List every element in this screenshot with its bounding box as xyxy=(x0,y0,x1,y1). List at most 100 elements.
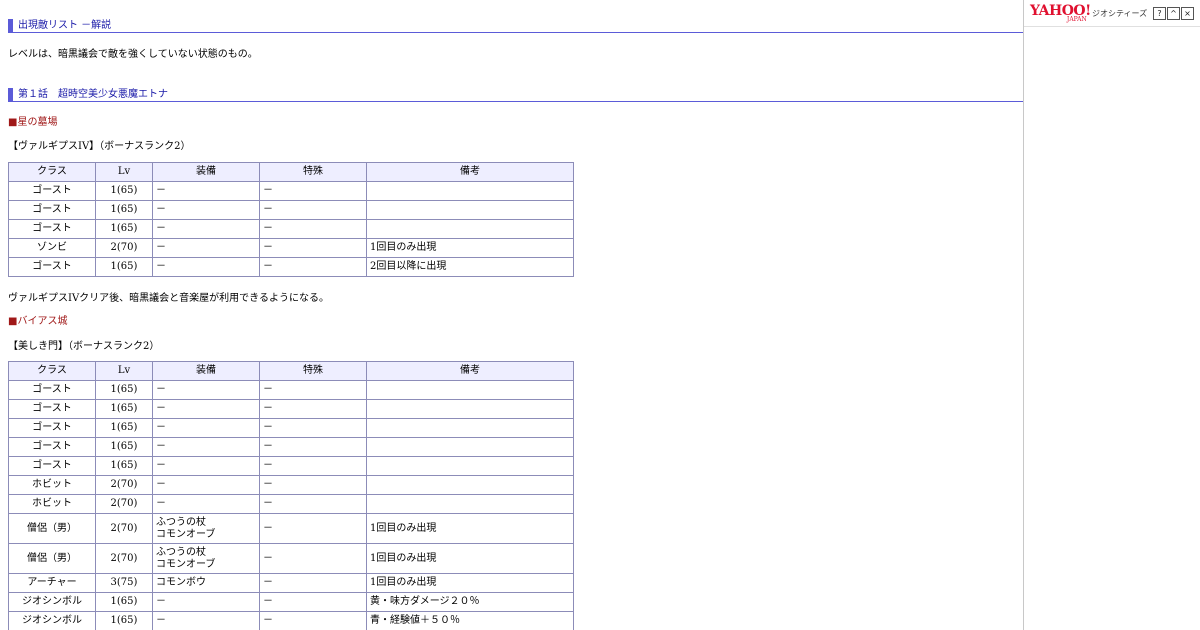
table-row: ジオシンボル 1(65) －－青・経験値＋５０％ xyxy=(8,611,574,630)
table-cell: ジオシンボル xyxy=(8,611,96,630)
table-cell: － xyxy=(152,456,260,476)
table-cell: ホビット xyxy=(8,475,96,495)
table-cell: － xyxy=(259,219,367,239)
table-cell: ゴースト xyxy=(8,257,96,277)
table-cell: － xyxy=(259,380,367,400)
column-header: クラス xyxy=(8,162,96,182)
table-cell: ホビット xyxy=(8,494,96,514)
help-button[interactable]: ? xyxy=(1153,7,1166,20)
table-cell: 1(65) xyxy=(95,200,153,220)
table-cell: － xyxy=(259,456,367,476)
map-title-valgips: 【ヴァルギプスIV】（ボーナスランク2） xyxy=(8,141,191,152)
table-cell: 1(65) xyxy=(95,418,153,438)
valgips-clear-note: ヴァルギプスIVクリア後、暗黒議会と音楽屋が利用できるようになる。 xyxy=(8,293,329,304)
table-cell: 1(65) xyxy=(95,181,153,201)
table-cell: ふつうの杖 コモンオーブ xyxy=(152,513,260,544)
table-row: ゴースト 1(65) －－ xyxy=(8,437,574,457)
table-cell: － xyxy=(259,475,367,495)
table-cell: － xyxy=(152,181,260,201)
sidebar-header: YAHOO! JAPAN ジオシティーズ ? ^ × xyxy=(1024,0,1200,27)
table-cell: アーチャー xyxy=(8,573,96,593)
place-star-grave: ■星の墓場 xyxy=(8,117,58,128)
table-cell: － xyxy=(259,418,367,438)
table-cell: － xyxy=(152,494,260,514)
table-cell: － xyxy=(259,611,367,630)
column-header: Lv xyxy=(95,361,153,381)
enemy-table-beautiful-gate: クラス Lv 装備 特殊 備考 ゴースト 1(65) －－ゴースト 1(65) －－ゴースト 1(… xyxy=(8,361,574,630)
yahoo-japan-logo[interactable]: YAHOO! JAPAN xyxy=(1030,4,1091,23)
table-row: ジオシンボル 1(65) －－黄・味方ダメージ２０％ xyxy=(8,592,574,612)
table-cell: － xyxy=(259,181,367,201)
table-cell: ゴースト xyxy=(8,219,96,239)
table-cell: 1(65) xyxy=(95,456,153,476)
table-row: ゴースト 1(65) －－ 2回目以降に出現 xyxy=(8,257,574,277)
table-cell: 2(70) xyxy=(95,513,153,544)
section-heading-episode-1: 第１話 超時空美少女悪魔エトナ xyxy=(8,88,1023,102)
table-header-row: クラス Lv 装備 特殊 備考 xyxy=(8,162,574,182)
table-cell xyxy=(366,494,574,514)
table-row: ゴースト 1(65) －－ xyxy=(8,380,574,400)
table-cell: 1(65) xyxy=(95,592,153,612)
table-cell: 黄・味方ダメージ２０％ xyxy=(366,592,574,612)
table-row: 僧侶（男） 2(70) ふつうの杖 コモンオーブ－ 1回目のみ出現 xyxy=(8,543,574,574)
table-cell xyxy=(366,219,574,239)
collapse-button[interactable]: ^ xyxy=(1167,7,1180,20)
table-cell: 1(65) xyxy=(95,437,153,457)
table-cell: － xyxy=(152,611,260,630)
table-row: ゴースト 1(65) －－ xyxy=(8,399,574,419)
table-cell: － xyxy=(152,219,260,239)
table-cell: － xyxy=(152,257,260,277)
table-row: ゴースト 1(65) －－ xyxy=(8,181,574,201)
table-cell: コモンボウ xyxy=(152,573,260,593)
column-header: 備考 xyxy=(366,162,574,182)
table-row: ゾンビ 2(70) －－ 1回目のみ出現 xyxy=(8,238,574,258)
table-cell: 僧侶（男） xyxy=(8,543,96,574)
level-note: レベルは、暗黒議会で敵を強くしていない状態のもの。 xyxy=(8,49,258,60)
table-cell: ふつうの杖 コモンオーブ xyxy=(152,543,260,574)
table-row: ホビット 2(70) －－ xyxy=(8,494,574,514)
table-cell: ゴースト xyxy=(8,399,96,419)
enemy-table-valgips: クラス Lv 装備 特殊 備考 ゴースト 1(65) －－ゴースト 1(65) －－ゴースト 1(… xyxy=(8,162,574,277)
table-cell: － xyxy=(259,399,367,419)
table-cell: － xyxy=(259,513,367,544)
table-cell xyxy=(366,399,574,419)
close-button[interactable]: × xyxy=(1181,7,1194,20)
column-header: 装備 xyxy=(152,162,260,182)
table-cell: － xyxy=(152,238,260,258)
table-cell: 1(65) xyxy=(95,219,153,239)
table-cell: 1回目のみ出現 xyxy=(366,573,574,593)
table-cell: － xyxy=(152,380,260,400)
table-cell: 僧侶（男） xyxy=(8,513,96,544)
table-cell: 2回目以降に出現 xyxy=(366,257,574,277)
table-cell: ゴースト xyxy=(8,437,96,457)
table-header-row: クラス Lv 装備 特殊 備考 xyxy=(8,361,574,381)
table-cell: 1回目のみ出現 xyxy=(366,238,574,258)
table-cell: 1(65) xyxy=(95,611,153,630)
column-header: 備考 xyxy=(366,361,574,381)
yahoo-geocities-sidebar: YAHOO! JAPAN ジオシティーズ ? ^ × xyxy=(1023,0,1200,630)
place-bias-castle: ■バイアス城 xyxy=(8,316,68,327)
table-cell xyxy=(366,380,574,400)
table-cell: ゴースト xyxy=(8,200,96,220)
table-cell: 1(65) xyxy=(95,257,153,277)
table-cell: － xyxy=(259,238,367,258)
table-cell: 1(65) xyxy=(95,399,153,419)
column-header: 特殊 xyxy=(259,162,367,182)
table-cell: ゴースト xyxy=(8,418,96,438)
geocities-service-label: ジオシティーズ xyxy=(1092,9,1148,18)
table-cell: ゾンビ xyxy=(8,238,96,258)
table-row: ゴースト 1(65) －－ xyxy=(8,456,574,476)
table-cell: － xyxy=(259,494,367,514)
table-cell xyxy=(366,437,574,457)
table-row: ホビット 2(70) －－ xyxy=(8,475,574,495)
table-cell: － xyxy=(152,200,260,220)
table-cell: 3(75) xyxy=(95,573,153,593)
table-cell: － xyxy=(259,592,367,612)
table-cell: － xyxy=(259,437,367,457)
table-cell: － xyxy=(259,257,367,277)
table-cell xyxy=(366,181,574,201)
table-cell: － xyxy=(152,592,260,612)
table-cell: － xyxy=(152,475,260,495)
table-cell: － xyxy=(152,418,260,438)
table-cell: － xyxy=(259,543,367,574)
